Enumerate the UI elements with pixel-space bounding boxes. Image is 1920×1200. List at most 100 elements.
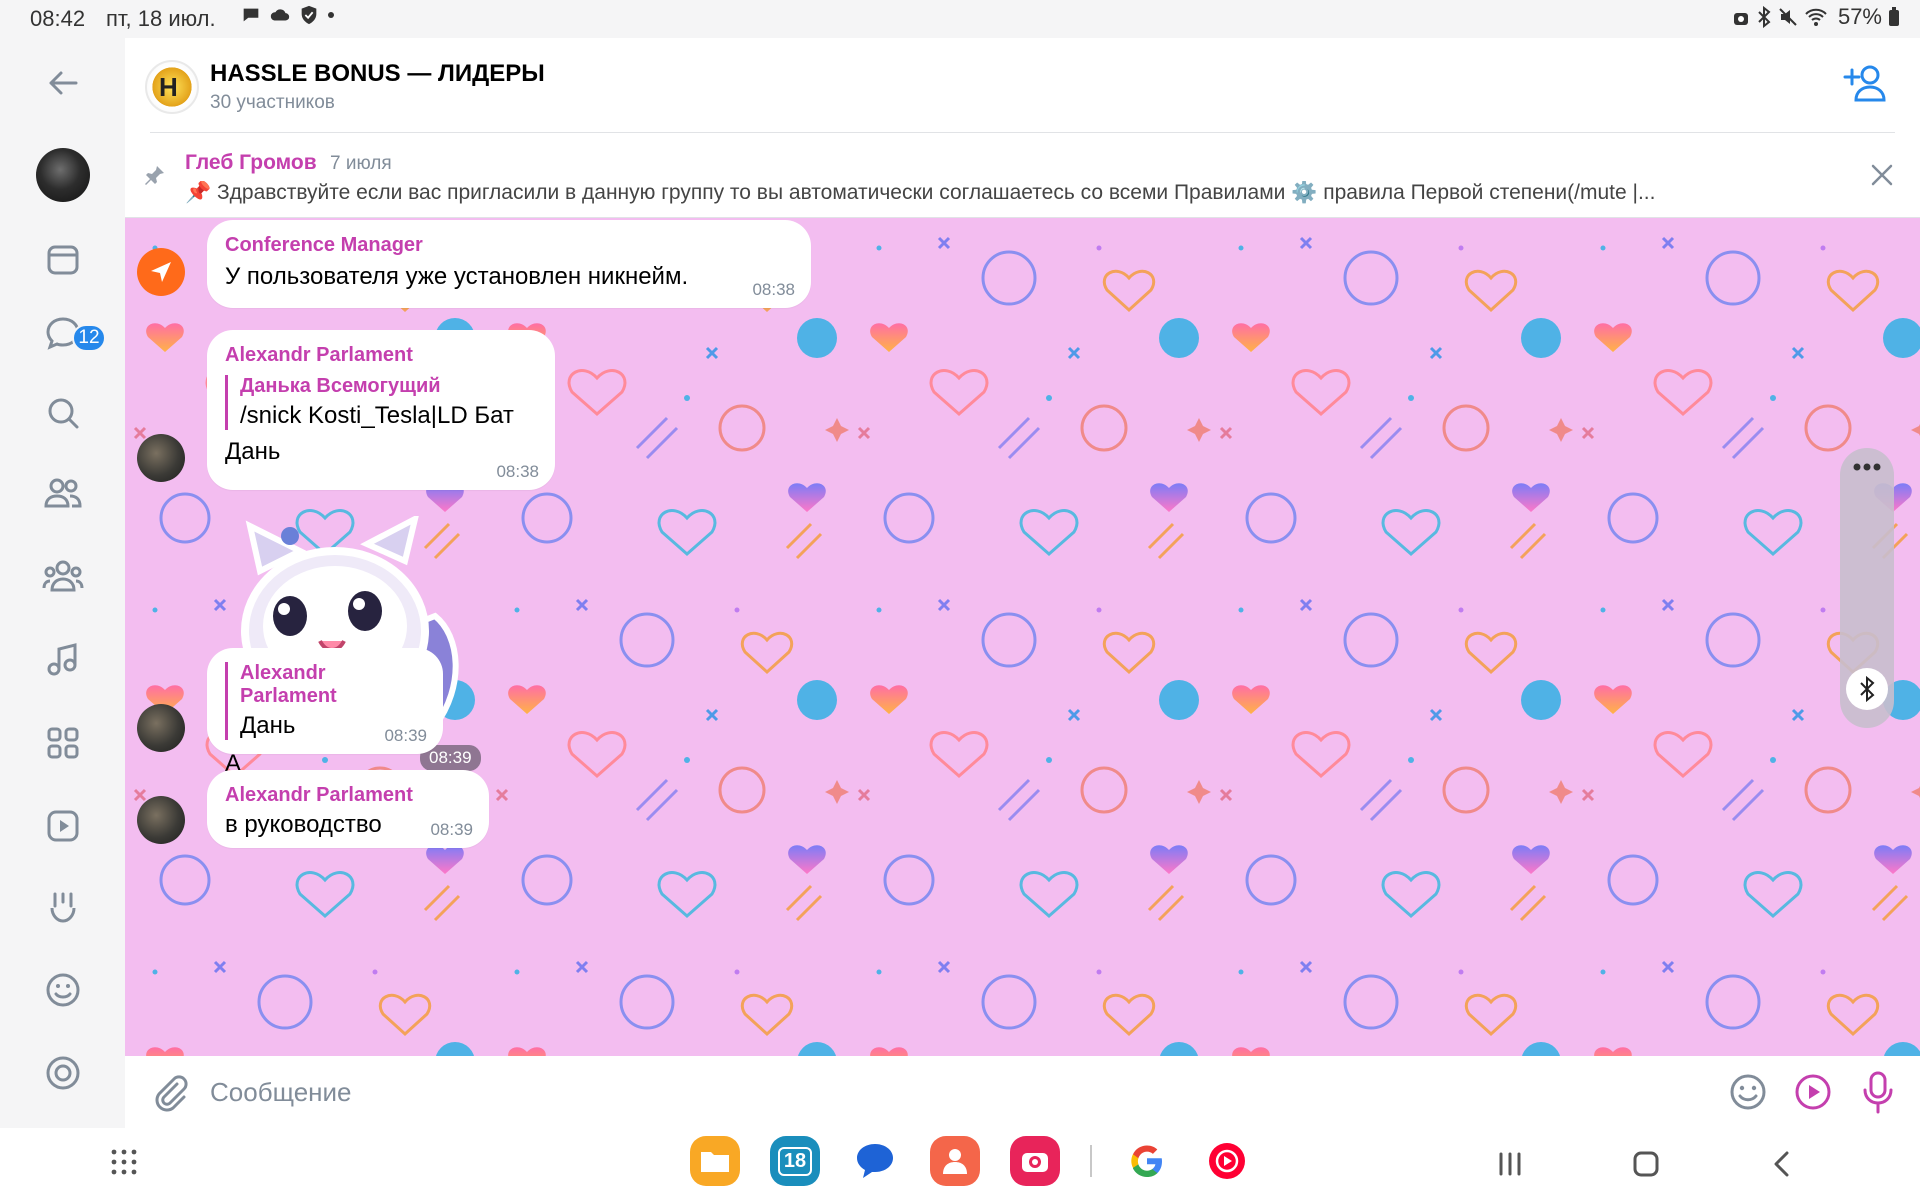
microphone-icon[interactable] — [1858, 1070, 1898, 1114]
unread-badge: 12 — [72, 324, 106, 352]
message-composer — [125, 1056, 1920, 1128]
emoji-icon[interactable] — [1728, 1072, 1768, 1112]
message-sender[interactable]: Conference Manager — [225, 234, 793, 257]
search-icon — [48, 398, 79, 429]
calendar-app[interactable]: 18 — [770, 1136, 820, 1186]
home-icon[interactable] — [1628, 1146, 1664, 1182]
paperclip-icon[interactable] — [150, 1072, 190, 1112]
dot-icon — [328, 12, 334, 18]
chat-avatar-logo: H — [159, 72, 178, 102]
back-icon[interactable] — [1765, 1146, 1801, 1182]
youtube-music-app[interactable] — [1202, 1136, 1252, 1186]
calendar-day: 18 — [777, 1146, 813, 1176]
reply-text: /snick Kosti_Tesla|LD Бат — [240, 402, 514, 429]
files-app[interactable] — [690, 1136, 740, 1186]
messages-app[interactable] — [850, 1136, 900, 1186]
battery-icon — [1889, 7, 1899, 26]
system-navbar: 18 — [0, 1128, 1920, 1200]
sidebar-item-stickers[interactable] — [38, 965, 88, 1015]
profile-avatar[interactable] — [36, 148, 90, 202]
member-count: 30 участников — [210, 92, 335, 113]
sidebar-item-more[interactable] — [38, 1048, 88, 1098]
video-message-icon[interactable] — [1793, 1072, 1833, 1112]
message-text: Дань — [225, 438, 281, 465]
message-bubble[interactable]: Alexandr Parlament Дань А 08:39 — [207, 648, 443, 777]
edge-panel[interactable] — [1840, 448, 1894, 728]
cloud-icon — [270, 9, 290, 21]
music-icon — [47, 643, 77, 676]
sidebar-item-video[interactable] — [38, 801, 88, 851]
message-input[interactable] — [210, 1070, 1710, 1114]
mute-icon — [1779, 8, 1797, 26]
communities-icon — [42, 560, 84, 592]
pinned-text: 📌 Здравствуйте если вас пригласили в дан… — [185, 181, 1656, 204]
friends-icon — [44, 478, 82, 508]
alarm-lock-icon — [1733, 13, 1748, 25]
wifi-icon — [1805, 8, 1827, 26]
chat-avatar[interactable]: H — [145, 60, 199, 114]
shield-icon — [301, 5, 317, 25]
person-icon — [943, 1149, 967, 1174]
message-sender[interactable]: Alexandr Parlament — [225, 344, 537, 367]
newsfeed-icon — [47, 245, 79, 275]
add-member-button[interactable] — [1842, 58, 1892, 108]
message-bubble-icon — [857, 1144, 893, 1178]
back-button[interactable] — [38, 58, 88, 108]
camera-icon — [1022, 1153, 1048, 1172]
smile-icon — [46, 973, 80, 1007]
more-dots-icon[interactable] — [1852, 462, 1882, 472]
date: пт, 18 июл. — [106, 6, 216, 31]
youtube-music-icon — [1209, 1143, 1245, 1179]
sidebar-item-friends[interactable] — [38, 468, 88, 518]
message-time: 08:39 — [430, 820, 473, 839]
user-avatar[interactable] — [137, 434, 185, 482]
camera-app[interactable] — [1010, 1136, 1060, 1186]
google-icon — [1131, 1145, 1162, 1177]
sidebar-item-clips[interactable] — [38, 883, 88, 933]
chat-bubble-icon — [243, 8, 259, 22]
contacts-app[interactable] — [930, 1136, 980, 1186]
message-time: 08:38 — [752, 280, 795, 299]
sidebar-item-search[interactable] — [38, 388, 88, 438]
send-arrow-icon — [151, 262, 171, 282]
folder-icon — [701, 1152, 729, 1172]
message-sender[interactable]: Alexandr Parlament — [225, 784, 471, 807]
clock: 08:42 — [30, 6, 86, 31]
edge-bluetooth-button[interactable] — [1846, 668, 1888, 710]
user-avatar[interactable] — [137, 796, 185, 844]
bluetooth-icon — [1758, 6, 1771, 28]
back-arrow-icon — [49, 71, 78, 95]
pin-icon — [145, 166, 164, 185]
status-bar: 08:42 пт, 18 июл. 57% — [0, 0, 1920, 38]
reply-quote[interactable]: Данька Всемогущий /snick Kosti_Tesla|LD … — [225, 375, 537, 430]
notification-icons — [240, 4, 336, 26]
add-user-icon — [1843, 65, 1886, 102]
message-text: У пользователя уже установлен никнейм. — [225, 263, 689, 290]
sidebar-item-services[interactable] — [38, 718, 88, 768]
bot-avatar[interactable] — [137, 248, 185, 296]
chat-header: H HASSLE BONUS — ЛИДЕРЫ 30 участников — [125, 38, 1920, 133]
sidebar-item-music[interactable] — [38, 635, 88, 685]
message-list[interactable]: Conference Manager У пользователя уже ус… — [125, 218, 1920, 1056]
message-bubble[interactable]: Alexandr Parlament в руководство 08:39 — [207, 770, 489, 848]
chat-title[interactable]: HASSLE BONUS — ЛИДЕРЫ — [210, 60, 545, 88]
message-time: 08:38 — [496, 462, 539, 481]
app-dock: 18 — [690, 1136, 1252, 1186]
sidebar: 12 — [0, 38, 125, 1128]
user-avatar[interactable] — [137, 704, 185, 752]
apps-grid-icon — [47, 727, 79, 759]
app-drawer-icon[interactable] — [108, 1146, 140, 1178]
clips-hand-icon — [50, 892, 76, 923]
reply-author: Данька Всемогущий — [240, 375, 441, 397]
recents-icon[interactable] — [1492, 1146, 1528, 1182]
dock-separator — [1090, 1145, 1092, 1177]
pinned-message[interactable]: Глеб Громов 7 июля 📌 Здравствуйте если в… — [125, 133, 1920, 218]
sidebar-item-news[interactable] — [38, 235, 88, 285]
pinned-date: 7 июля — [330, 153, 392, 174]
sidebar-item-communities[interactable] — [38, 551, 88, 601]
close-icon[interactable] — [1868, 161, 1896, 189]
google-app[interactable] — [1122, 1136, 1172, 1186]
battery-percent: 57% — [1837, 4, 1882, 29]
message-bubble[interactable]: Conference Manager У пользователя уже ус… — [207, 220, 811, 308]
message-bubble[interactable]: Alexandr Parlament Данька Всемогущий /sn… — [207, 330, 555, 490]
